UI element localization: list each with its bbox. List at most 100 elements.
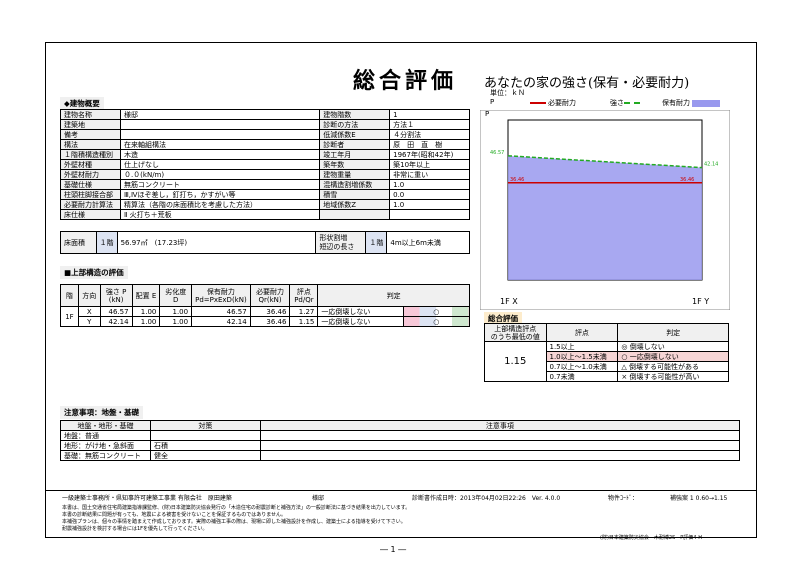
footer-line: 本書は、国土交通省住宅局建築指導課監修、(財)日本建築防災協会発行の「木造住宅の… [62, 505, 411, 511]
notes-h1: 地盤・地形・基礎 [60, 420, 151, 431]
overall-range: 1.5以上 [545, 341, 619, 352]
footer-divider [45, 490, 757, 491]
building-value [119, 119, 321, 130]
building-value: 非常に重い [389, 169, 470, 180]
building-value: 原 田 直 樹 [389, 139, 470, 150]
legend-swatch [624, 102, 640, 104]
building-row: 床仕様 Ⅱ 火打ち＋荒板 [60, 209, 470, 220]
building-value: 1.0 [389, 199, 470, 210]
floor-area-table: 床面積 １階 56.97㎡ (17.23坪) 形状割増 短辺の長さ １階 4m以… [60, 231, 470, 254]
upper-header: 保有耐力 Pd=PxExD(kN) [191, 284, 251, 307]
upper-row: 1F X 46.57 1.00 1.00 46.57 36.46 1.27 一応倒壊しない ○ [60, 306, 471, 327]
overall-range: 0.7以上〜1.0未満 [545, 361, 619, 372]
building-key: 建物名称 [60, 109, 121, 120]
building-key: 積雪 [319, 189, 391, 200]
footer-client: 様邸 [312, 495, 325, 502]
building-key: 建物階数 [319, 109, 391, 120]
notes-cond: 基礎：無筋コンクリート [60, 450, 151, 461]
building-key [319, 209, 391, 220]
upper-header: 劣化度 D [159, 284, 193, 307]
upper-mark: ○ [402, 316, 471, 327]
building-row: 基礎仕様 無筋コンクリート 混構造割増係数 1.0 [60, 179, 470, 190]
building-key: 竣工年月 [319, 149, 391, 160]
notes-measure: 石積 [149, 440, 261, 451]
data-label: 46.57 [490, 150, 504, 156]
chart-unit-label: 単位：ｋＮ [490, 89, 525, 97]
page-number: ― 1 ― [380, 545, 407, 554]
footer-line: 耐震補強設計を検討する場合には1Fを優先して行ってください。 [62, 526, 208, 532]
building-key: 低減係数E [319, 129, 391, 140]
building-row: 必要耐力計算法 精算法（各階の床面積比を考慮した方法） 地域係数Z 1.0 [60, 199, 470, 210]
upper-e: 1.00 [131, 316, 161, 327]
building-value: 無筋コンクリート [119, 179, 321, 190]
upper-row: Y 42.14 1.00 1.00 42.14 36.46 1.15 一応倒壊しない ○ [61, 316, 471, 327]
building-value: 精算法（各階の床面積比を考慮した方法） [119, 199, 321, 210]
notes-note [259, 450, 741, 461]
building-row: 外壁材種 仕上げなし 築年数 築10年以上 [60, 159, 470, 170]
building-key: １階積構造種別 [60, 149, 121, 160]
upper-header: 判定 [317, 284, 470, 307]
building-key: 備考 [60, 129, 121, 140]
building-value: 1 [389, 109, 470, 120]
upper-table: 階方向 強さ P (kN) 配置 E 劣化度 D 保有耐力 Pd=PxExD(kN) 必要… [60, 284, 471, 327]
upper-p: 46.57 [99, 306, 133, 317]
footer-date: 診断書作成日時：2013年04月02日22:26 Ver. 4.0.0 [412, 495, 561, 502]
upper-judge: 一応倒壊しない [317, 316, 404, 327]
shape-floor: １階 [365, 231, 388, 254]
upper-qr: 36.46 [249, 306, 291, 317]
overall-level-row: 1.15 1.5以上 ◎ 倒壊しない [484, 341, 729, 382]
notes-row: 地形：がけ地・急斜面 石積 [60, 440, 741, 451]
building-key: 地域係数Z [319, 199, 391, 210]
notes-section-label: 注意事項：地盤・基礎 [60, 406, 143, 419]
upper-floor: 1F [60, 306, 79, 327]
overall-h3: 判定 [617, 323, 729, 342]
building-key: 建築地 [60, 119, 121, 130]
building-value: 仕上げなし [119, 159, 321, 170]
upper-score: 1.15 [289, 316, 319, 327]
upper-header: 配置 E [131, 284, 161, 307]
building-table: 建物名称 様邸 建物階数 1 建築地 診断の方法 方法１ 備考 低減係数E ４分割法 構法 在来軸組構… [60, 109, 470, 220]
notes-cond: 地形：がけ地・急斜面 [60, 440, 151, 451]
building-value: ４分割法 [389, 129, 470, 140]
footer-ratio: 補強案 1 0.60→1.15 [670, 495, 728, 502]
building-key: 外壁材種 [60, 159, 121, 170]
upper-qr: 36.46 [249, 316, 291, 327]
shape-label: 形状割増 短辺の長さ [315, 231, 367, 254]
building-key: 診断の方法 [319, 119, 391, 130]
data-label: 36.46 [680, 177, 694, 183]
building-row: 構法 在来軸組構法 診断者原 田 直 樹 [60, 139, 470, 150]
legend-label: 保有耐力 [662, 99, 690, 107]
overall-value: 1.15 [484, 341, 547, 382]
building-row: 建物名称 様邸 建物階数 1 [60, 109, 470, 120]
building-value: 方法１ [389, 119, 470, 130]
overall-judge: ○ 一応倒壊しない [617, 351, 729, 362]
building-key: 基礎仕様 [60, 179, 121, 190]
notes-table: 地盤・地形・基礎 対策 注意事項 地盤：普通 地形：がけ地・急斜面 石積 基礎：無筋コ… [60, 420, 741, 461]
series-area-hoyu [508, 155, 702, 280]
building-row: １階積構造種別 木造 竣工年月 1967年(昭和42年) [60, 149, 470, 160]
data-label: 42.14 [704, 162, 718, 168]
upper-header: 方向 [77, 284, 101, 307]
building-value: ０.０(kN/m) [119, 169, 321, 180]
notes-cond: 地盤：普通 [60, 430, 151, 441]
building-key: 混構造割増係数 [319, 179, 391, 190]
y-axis-label: P [485, 110, 489, 118]
notes-note [259, 440, 741, 451]
upper-score: 1.27 [289, 306, 319, 317]
notes-h2: 対策 [149, 420, 261, 431]
overall-h2: 評点 [545, 323, 619, 342]
upper-header: 強さ P (kN) [99, 284, 133, 307]
building-value: Ⅱ 火打ち＋荒板 [119, 209, 321, 220]
building-row: 建築地 診断の方法 方法１ [60, 119, 470, 130]
building-value: 様邸 [119, 109, 321, 120]
building-value: 1967年(昭和42年) [389, 149, 470, 160]
category-label: 1F X [500, 297, 518, 306]
footer-publisher: (財)日本建築防災協会 木耐博2S P評価4-H [600, 535, 703, 541]
upper-judge: 一応倒壊しない [317, 306, 404, 317]
building-key: 必要耐力計算法 [60, 199, 121, 210]
building-key: 築年数 [319, 159, 391, 170]
building-value [119, 129, 321, 140]
overall-judge: ◎ 倒壊しない [617, 341, 729, 352]
notes-row: 地盤：普通 [60, 430, 741, 441]
upper-header: 評点 Pd/Qr [289, 284, 319, 307]
